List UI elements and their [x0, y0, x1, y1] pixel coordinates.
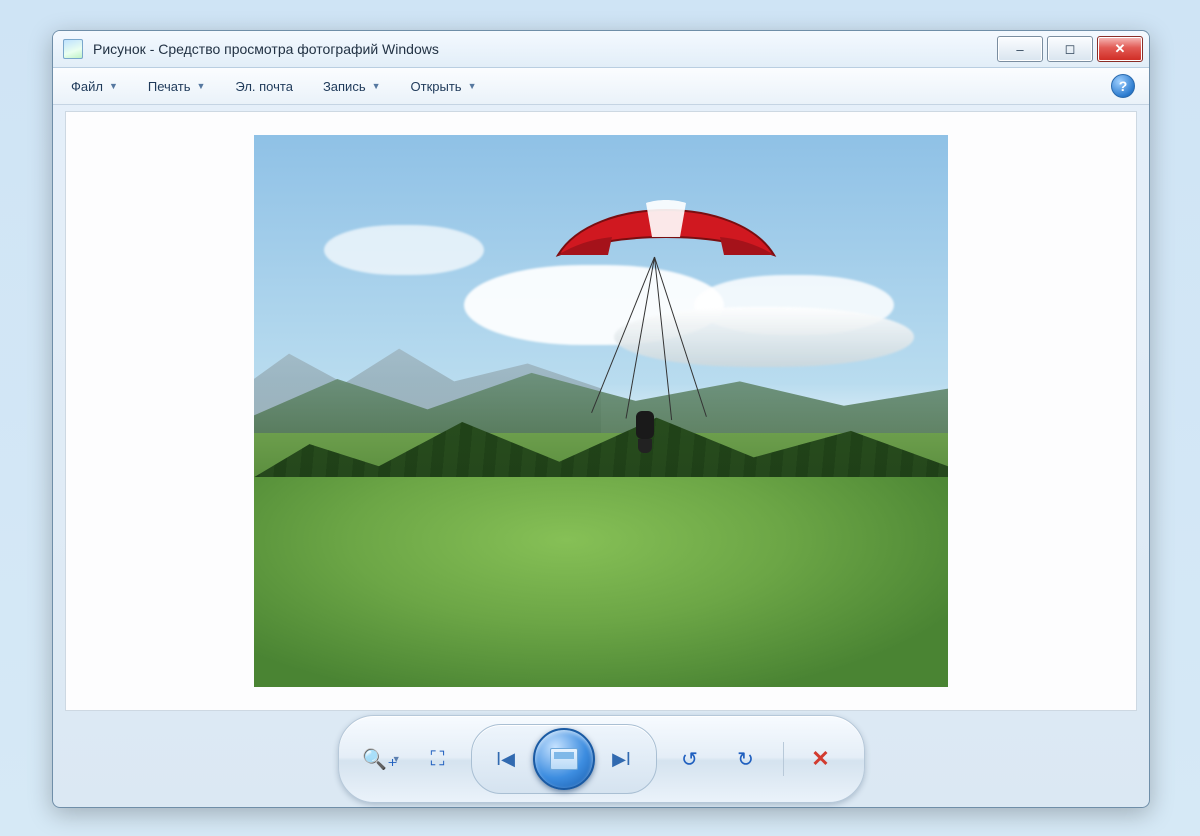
- slideshow-button[interactable]: [533, 728, 595, 790]
- previous-icon: I◀: [496, 749, 515, 770]
- window-title: Рисунок - Средство просмотра фотографий …: [93, 41, 987, 57]
- menu-label: Эл. почта: [235, 79, 293, 94]
- rotate-cw-button[interactable]: ↻: [723, 739, 769, 779]
- image-viewport[interactable]: [65, 111, 1137, 711]
- bottom-toolbar-area: 🔍₊▼ ⛶ I◀ ▶I ↺ ↻ ✕: [65, 723, 1137, 795]
- rotate-right-icon: ↻: [737, 747, 754, 772]
- separator: [783, 742, 784, 776]
- meadow: [254, 477, 948, 687]
- menu-bar: Файл ▼ Печать ▼ Эл. почта Запись ▼ Открыть ▼…: [53, 68, 1149, 105]
- chevron-down-icon: ▼: [109, 81, 118, 91]
- delete-button[interactable]: ✕: [798, 739, 844, 779]
- next-icon: ▶I: [612, 749, 631, 770]
- chevron-down-icon: ▼: [372, 81, 381, 91]
- menu-file[interactable]: Файл ▼: [67, 75, 122, 98]
- chevron-down-icon: ▼: [392, 754, 401, 764]
- delete-icon: ✕: [811, 746, 829, 772]
- slideshow-icon: [550, 748, 578, 770]
- menu-label: Файл: [71, 79, 103, 94]
- rotate-left-icon: ↺: [681, 747, 698, 772]
- menu-email[interactable]: Эл. почта: [231, 75, 297, 98]
- help-button[interactable]: ?: [1111, 74, 1135, 98]
- cloud: [324, 225, 484, 275]
- app-icon: [63, 39, 83, 59]
- menu-open[interactable]: Открыть ▼: [407, 75, 481, 98]
- menu-label: Открыть: [411, 79, 462, 94]
- rotate-ccw-button[interactable]: ↺: [667, 739, 713, 779]
- toolbar: 🔍₊▼ ⛶ I◀ ▶I ↺ ↻ ✕: [338, 715, 865, 803]
- next-button[interactable]: ▶I: [591, 739, 653, 779]
- chevron-down-icon: ▼: [196, 81, 205, 91]
- menu-label: Запись: [323, 79, 366, 94]
- previous-button[interactable]: I◀: [475, 739, 537, 779]
- minimize-icon: –: [1016, 42, 1023, 57]
- fit-to-window-button[interactable]: ⛶: [415, 739, 461, 779]
- menu-print[interactable]: Печать ▼: [144, 75, 210, 98]
- paraglider-pilot: [630, 411, 660, 455]
- zoom-button[interactable]: 🔍₊▼: [359, 739, 405, 779]
- app-window: Рисунок - Средство просмотра фотографий …: [52, 30, 1150, 808]
- cloud: [614, 307, 914, 367]
- menu-burn[interactable]: Запись ▼: [319, 75, 385, 98]
- fit-to-screen-icon: ⛶: [431, 748, 445, 771]
- navigation-group: I◀ ▶I: [471, 724, 657, 794]
- minimize-button[interactable]: –: [997, 36, 1043, 62]
- window-controls: – ◻ ✕: [997, 36, 1143, 62]
- close-button[interactable]: ✕: [1097, 36, 1143, 62]
- menu-label: Печать: [148, 79, 191, 94]
- help-icon: ?: [1119, 78, 1128, 94]
- displayed-image: [254, 135, 948, 687]
- title-bar[interactable]: Рисунок - Средство просмотра фотографий …: [53, 31, 1149, 68]
- maximize-button[interactable]: ◻: [1047, 36, 1093, 62]
- close-icon: ✕: [1115, 41, 1126, 57]
- maximize-icon: ◻: [1065, 41, 1076, 57]
- chevron-down-icon: ▼: [468, 81, 477, 91]
